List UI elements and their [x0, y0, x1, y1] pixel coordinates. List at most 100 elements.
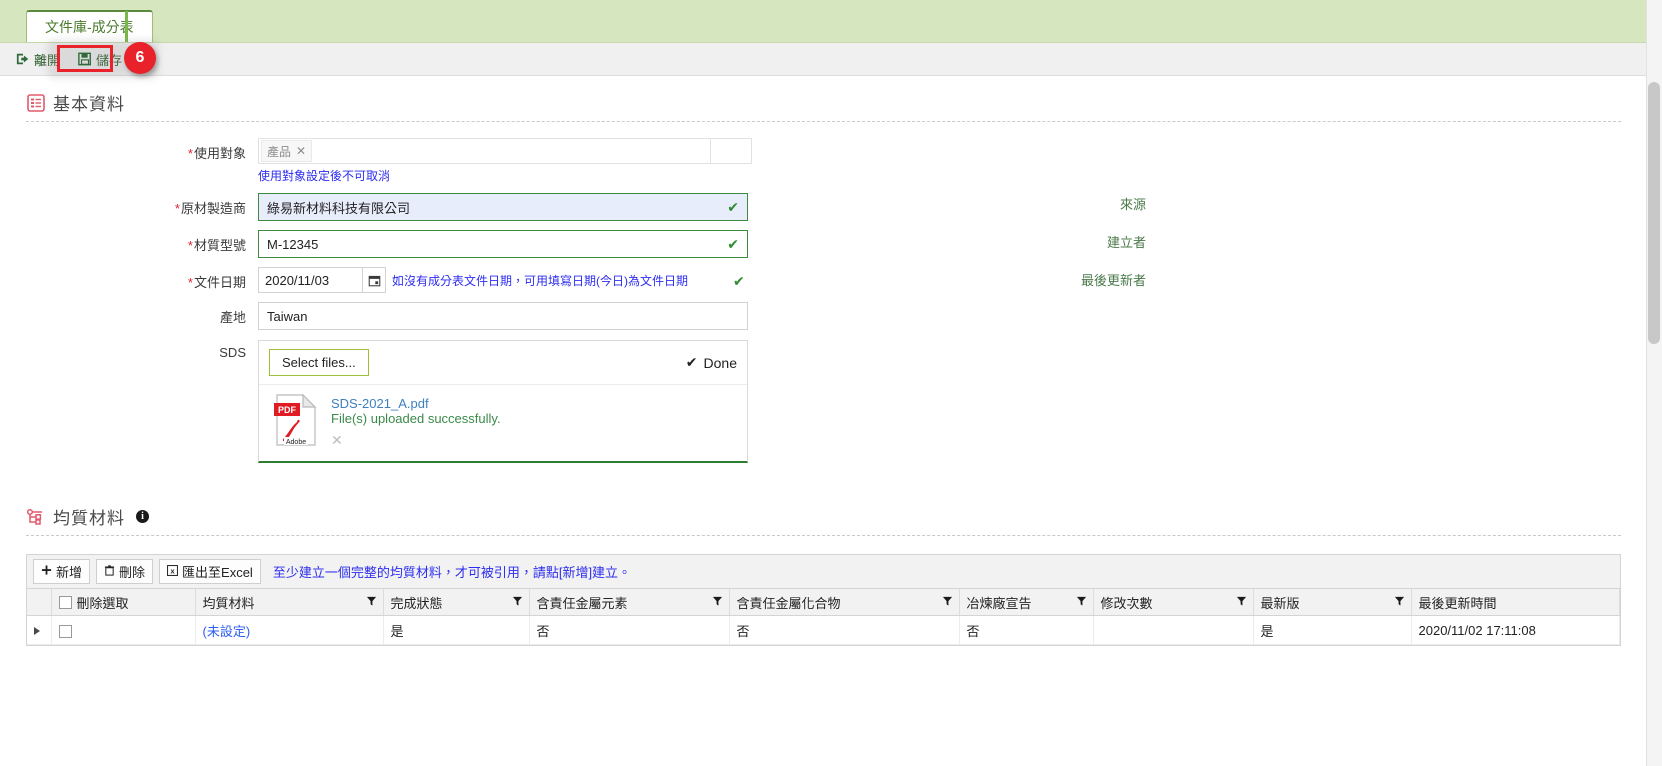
upload-done-status: ✔ Done — [686, 354, 737, 371]
label-manufacturer-text: 原材製造商 — [180, 201, 246, 216]
basic-data-header: 基本資料 — [26, 76, 1621, 121]
col-last-updated-label: 最後更新時間 — [1418, 595, 1497, 611]
exit-icon — [16, 52, 30, 66]
tab-active-accent — [125, 11, 128, 42]
add-button[interactable]: 新增 — [33, 559, 91, 584]
remove-file-icon[interactable]: ✕ — [331, 432, 343, 449]
col-smelter-declaration-label: 冶煉廠宣告 — [966, 595, 1032, 611]
uploaded-file-meta: SDS-2021_A.pdf File(s) uploaded successf… — [331, 394, 501, 449]
label-doc-date-text: 文件日期 — [193, 275, 246, 290]
col-delete-select-label: 刪除選取 — [76, 595, 129, 611]
info-icon[interactable]: i — [136, 510, 149, 523]
svg-text:Adobe: Adobe — [286, 439, 306, 446]
target-chip-label: 產品 — [267, 144, 292, 159]
grid-toolbar: 新增 刪除 x 匯出至Excel 至少建立一個完整的均質材料，才可被引用，請點[… — [27, 555, 1620, 589]
homogeneous-material-grid: 新增 刪除 x 匯出至Excel 至少建立一個完整的均質材料，才可被引用，請點[… — [26, 554, 1621, 646]
required-mark: * — [187, 238, 193, 253]
form-row-origin: 產地 — [26, 302, 1621, 330]
scrollbar-thumb[interactable] — [1648, 82, 1660, 344]
col-metal-compound-label: 含責任金屬化合物 — [736, 595, 841, 611]
target-hint: 使用對象設定後不可取消 — [258, 169, 391, 183]
col-metal-element-label: 含責任金屬元素 — [536, 595, 628, 611]
vertical-scrollbar[interactable] — [1646, 0, 1662, 766]
col-status-label: 完成狀態 — [390, 595, 443, 611]
col-latest-version: 最新版 — [1253, 589, 1412, 616]
cell-last-updated: 2020/11/02 17:11:08 — [1411, 615, 1620, 645]
cell-smelter-declaration: 否 — [959, 615, 1094, 645]
export-excel-button[interactable]: x 匯出至Excel — [159, 559, 261, 584]
field-origin — [258, 302, 748, 330]
filter-icon[interactable] — [942, 595, 953, 610]
manufacturer-input[interactable] — [258, 193, 748, 221]
row-checkbox[interactable] — [58, 624, 72, 638]
origin-input[interactable] — [258, 302, 748, 330]
model-input[interactable] — [258, 230, 748, 258]
table-row[interactable]: (未設定) 是 否 否 否 是 2020/11/02 17:11:08 — [27, 615, 1620, 645]
material-table: 刪除選取 均質材料 完成狀態 含責任金屬元素 含責任金屬化合物 冶煉廠宣告 修改… — [27, 589, 1620, 645]
tree-icon — [26, 507, 46, 527]
calendar-icon[interactable] — [362, 267, 386, 293]
select-files-button[interactable]: Select files... — [269, 349, 369, 376]
tab-document-library-composition[interactable]: 文件庫-成分表 — [26, 10, 153, 42]
form-row-manufacturer: *原材製造商 ✔ — [26, 193, 1621, 221]
table-header-row: 刪除選取 均質材料 完成狀態 含責任金屬元素 含責任金屬化合物 冶煉廠宣告 修改… — [27, 589, 1620, 616]
exit-button[interactable]: 離開 — [8, 48, 68, 70]
label-origin: 產地 — [219, 310, 246, 325]
homogeneous-material-section: 均質材料 i — [0, 472, 1647, 536]
material-link[interactable]: (未設定) — [203, 624, 251, 639]
cell-metal-element: 否 — [529, 615, 730, 645]
step-badge-6: 6 — [124, 42, 156, 74]
filter-icon[interactable] — [1394, 595, 1405, 610]
save-button-label: 儲存 — [96, 52, 123, 68]
label-model: *材質型號 — [26, 230, 258, 254]
filter-icon[interactable] — [712, 595, 723, 610]
add-button-label: 新增 — [56, 565, 83, 580]
cell-material: (未設定) — [195, 615, 384, 645]
target-chip[interactable]: 產品 ✕ — [261, 140, 313, 162]
col-revision-count: 修改次數 — [1093, 589, 1254, 616]
target-tag-input[interactable]: 產品 ✕ — [258, 138, 711, 164]
col-last-updated: 最後更新時間 — [1411, 589, 1620, 616]
meta-label-last-updater: 最後更新者 — [1080, 273, 1146, 288]
target-picker-button[interactable] — [711, 138, 752, 164]
excel-icon: x — [167, 564, 178, 579]
filter-icon[interactable] — [512, 595, 523, 610]
save-button[interactable]: 儲存 — [70, 48, 130, 70]
doc-date-input[interactable] — [258, 267, 362, 293]
select-all-checkbox[interactable] — [58, 595, 72, 609]
tab-label: 文件庫-成分表 — [45, 19, 134, 35]
filter-icon[interactable] — [366, 595, 377, 610]
delete-button-label: 刪除 — [119, 565, 146, 580]
tab-bar: 文件庫-成分表 — [0, 0, 1647, 43]
col-delete-select: 刪除選取 — [51, 589, 196, 616]
required-mark: * — [187, 275, 193, 290]
trash-icon — [104, 564, 115, 579]
label-sds: SDS — [219, 345, 246, 360]
col-smelter-declaration: 冶煉廠宣告 — [959, 589, 1094, 616]
field-sds: Select files... ✔ Done PDF Adobe SDS-202… — [258, 340, 748, 463]
meta-label-creator: 建立者 — [1106, 235, 1146, 250]
field-manufacturer: ✔ — [258, 193, 748, 221]
label-target: *使用對象 — [26, 138, 258, 162]
field-doc-date: 如沒有成分表文件日期，可用填寫日期(今日)為文件日期 ✔ — [258, 267, 745, 293]
homogeneous-material-title: 均質材料 — [53, 509, 125, 528]
form-row-doc-date: *文件日期 如沒有成分表文件日期，可用填寫日期(今日)為文件日期 — [26, 267, 1621, 293]
sds-uploader-header: Select files... ✔ Done — [259, 341, 747, 385]
filter-icon[interactable] — [1076, 595, 1087, 610]
required-mark: * — [187, 146, 193, 161]
delete-button[interactable]: 刪除 — [96, 559, 154, 584]
close-icon[interactable]: ✕ — [296, 144, 306, 158]
uploaded-file-name[interactable]: SDS-2021_A.pdf — [331, 396, 429, 411]
meta-label-source: 來源 — [1119, 197, 1146, 212]
expand-icon[interactable] — [34, 626, 40, 635]
plus-icon — [41, 564, 52, 579]
cell-metal-compound: 否 — [729, 615, 960, 645]
col-material-label: 均質材料 — [202, 595, 255, 611]
grid-hint-text: 至少建立一個完整的均質材料，才可被引用，請點[新增]建立。 — [272, 565, 632, 580]
doc-date-hint: 如沒有成分表文件日期，可用填寫日期(今日)為文件日期 — [392, 273, 688, 288]
svg-text:x: x — [170, 566, 175, 575]
export-excel-button-label: 匯出至Excel — [182, 565, 253, 580]
filter-icon[interactable] — [1236, 595, 1247, 610]
action-toolbar: 離開 儲存 6 — [0, 40, 1647, 78]
field-model: ✔ — [258, 230, 748, 258]
